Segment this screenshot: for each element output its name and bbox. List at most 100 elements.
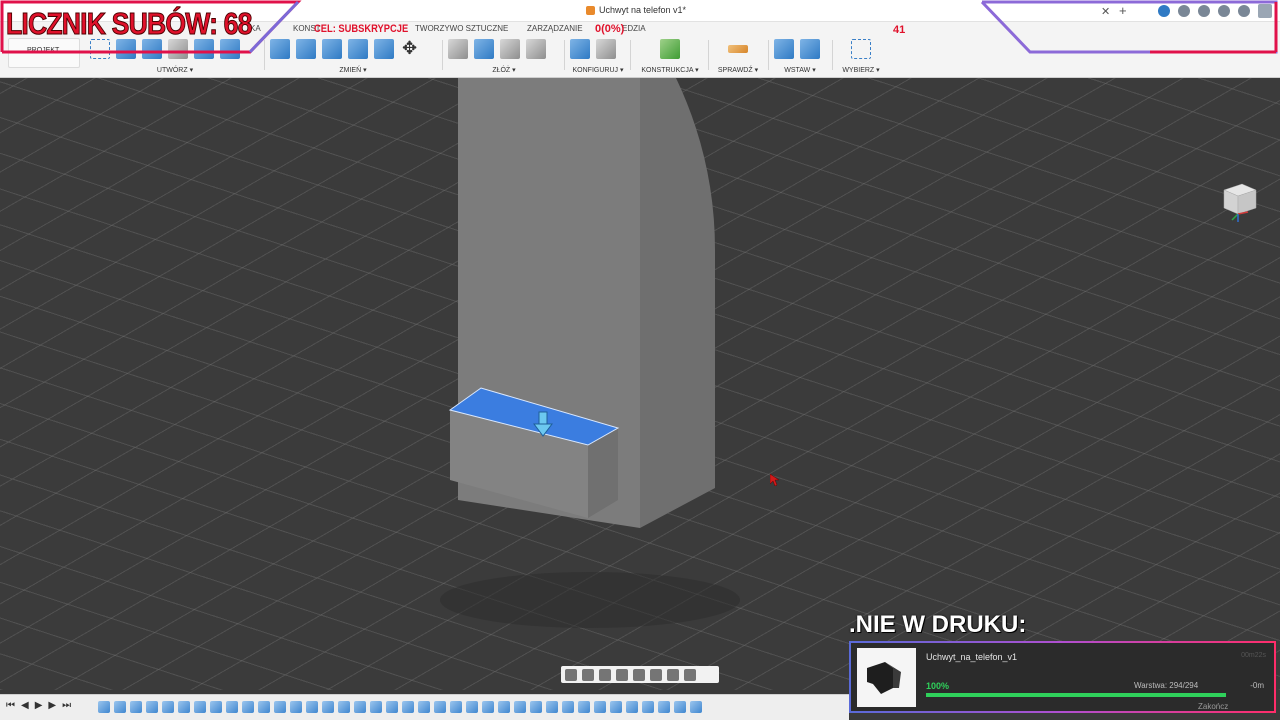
new-component-icon[interactable] [448, 39, 468, 59]
timeline-feature-icon[interactable] [530, 701, 542, 713]
timeline-feature-icon[interactable] [434, 701, 446, 713]
panel-zmien-label[interactable]: ZMIEŃ ▾ [270, 66, 436, 74]
timeline-feature-icon[interactable] [594, 701, 606, 713]
move-copy-icon[interactable] [400, 38, 420, 59]
timeline-feature-icon[interactable] [226, 701, 238, 713]
timeline-feature-icon[interactable] [466, 701, 478, 713]
timeline-feature-icon[interactable] [370, 701, 382, 713]
timeline-feature-icon[interactable] [418, 701, 430, 713]
timeline-feature-icon[interactable] [98, 701, 110, 713]
tab-narzedzia[interactable]: EDZIA [622, 24, 646, 33]
panel-konstrukcja-label[interactable]: KONSTRUKCJA ▾ [638, 66, 702, 74]
timeline-feature-icon[interactable] [322, 701, 334, 713]
timeline-feature-icon[interactable] [210, 701, 222, 713]
help-icon[interactable] [1238, 5, 1250, 17]
new-tab-icon[interactable]: + [1119, 3, 1127, 18]
timeline-feature-icon[interactable] [450, 701, 462, 713]
panel-konfiguruj: KONFIGURUJ ▾ [570, 36, 626, 74]
timeline-feature-icon[interactable] [354, 701, 366, 713]
sub-counter-overlay: LICZNIK SUBÓW: 68 [0, 0, 300, 52]
close-tab-icon[interactable]: ✕ [1101, 5, 1110, 18]
look-at-icon[interactable] [582, 668, 594, 681]
model-scene[interactable] [0, 78, 1280, 690]
mouse-cursor [770, 474, 780, 486]
timeline-feature-icon[interactable] [610, 701, 622, 713]
timeline-feature-icon[interactable] [114, 701, 126, 713]
timeline-feature-icon[interactable] [194, 701, 206, 713]
display-settings-icon[interactable] [650, 668, 662, 681]
offset-plane-icon[interactable] [660, 39, 680, 59]
job-status-icon[interactable] [1178, 5, 1190, 17]
viewports-icon[interactable] [684, 668, 696, 681]
measure-icon[interactable] [728, 45, 748, 53]
body-side-face[interactable] [640, 78, 715, 528]
timeline-feature-icon[interactable] [290, 701, 302, 713]
joint-origin-icon[interactable] [526, 39, 546, 59]
insert-canvas-icon[interactable] [800, 39, 820, 59]
notifications-icon[interactable] [1218, 5, 1230, 17]
timeline-feature-icon[interactable] [546, 701, 558, 713]
timeline-feature-icon[interactable] [402, 701, 414, 713]
fit-icon[interactable] [633, 668, 645, 681]
timeline-feature-icon[interactable] [306, 701, 318, 713]
timeline-feature-icon[interactable] [338, 701, 350, 713]
timeline-feature-icon[interactable] [162, 701, 174, 713]
panel-utworz-label[interactable]: UTWÓRZ ▾ [90, 66, 260, 74]
panel-konfiguruj-label[interactable]: KONFIGURUJ ▾ [570, 66, 626, 74]
timeline-prev-icon[interactable]: ◀ [21, 700, 29, 711]
pan-icon[interactable] [599, 668, 611, 681]
divider [442, 40, 443, 70]
print-status-panel: Uchwyt_na_telefon_v1 00m22s 100% Warstwa… [849, 641, 1276, 713]
timeline-feature-icon[interactable] [130, 701, 142, 713]
timeline-play-icon[interactable]: ▶ [35, 700, 43, 711]
shell-icon[interactable] [322, 39, 342, 59]
canvas-viewport[interactable] [0, 78, 1280, 690]
configure-icon[interactable] [570, 39, 590, 59]
joint-icon[interactable] [474, 39, 494, 59]
combine-icon[interactable] [348, 39, 368, 59]
timeline-feature-icon[interactable] [146, 701, 158, 713]
print-progress-fill [926, 693, 1226, 697]
panel-sprawdz-label[interactable]: SPRAWDŹ ▾ [714, 66, 762, 74]
subscription-goal-text: CEL: SUBSKRYPCJE [314, 23, 409, 35]
view-cube[interactable] [1214, 176, 1262, 224]
history-icon[interactable] [1198, 5, 1210, 17]
timeline-feature-icon[interactable] [386, 701, 398, 713]
user-avatar[interactable] [1258, 4, 1272, 18]
timeline-feature-icon[interactable] [258, 701, 270, 713]
grid-settings-icon[interactable] [667, 668, 679, 681]
timeline-feature-icon[interactable] [578, 701, 590, 713]
timeline-feature-icon[interactable] [562, 701, 574, 713]
timeline-feature-icon[interactable] [642, 701, 654, 713]
timeline-feature-icon[interactable] [626, 701, 638, 713]
timeline-feature-icon[interactable] [498, 701, 510, 713]
configuration-table-icon[interactable] [596, 39, 616, 59]
timeline-feature-icon[interactable] [658, 701, 670, 713]
panel-konstrukcja: KONSTRUKCJA ▾ [638, 36, 702, 74]
tab-tworzywo-sztuczne[interactable]: TWORZYWO SZTUCZNE [415, 24, 508, 33]
timeline-start-icon[interactable]: ⏮ [6, 700, 15, 711]
zoom-icon[interactable] [616, 668, 628, 681]
timeline-feature-icon[interactable] [674, 701, 686, 713]
timeline-feature-icon[interactable] [242, 701, 254, 713]
timeline-feature-icon[interactable] [514, 701, 526, 713]
divider [564, 40, 565, 70]
panel-wybierz-label[interactable]: WYBIERZ ▾ [838, 66, 884, 74]
extensions-icon[interactable] [1158, 5, 1170, 17]
tab-zarzadzanie[interactable]: ZARZĄDZANIE [527, 24, 583, 33]
as-built-joint-icon[interactable] [500, 39, 520, 59]
timeline-end-icon[interactable]: ⏭ [62, 700, 71, 711]
timeline-feature-icon[interactable] [690, 701, 702, 713]
print-finish-label: Zakończ [1198, 702, 1229, 711]
split-body-icon[interactable] [374, 39, 394, 59]
timeline-feature-icon[interactable] [482, 701, 494, 713]
divider [832, 40, 833, 70]
timeline-next-icon[interactable]: ▶ [48, 700, 56, 711]
panel-zloz-label[interactable]: ZŁÓŻ ▾ [448, 66, 560, 74]
insert-derive-icon[interactable] [774, 39, 794, 59]
select-icon[interactable] [851, 39, 871, 59]
timeline-feature-icon[interactable] [274, 701, 286, 713]
timeline-feature-icon[interactable] [178, 701, 190, 713]
orbit-icon[interactable] [565, 668, 577, 681]
panel-wstaw-label[interactable]: WSTAW ▾ [774, 66, 826, 74]
